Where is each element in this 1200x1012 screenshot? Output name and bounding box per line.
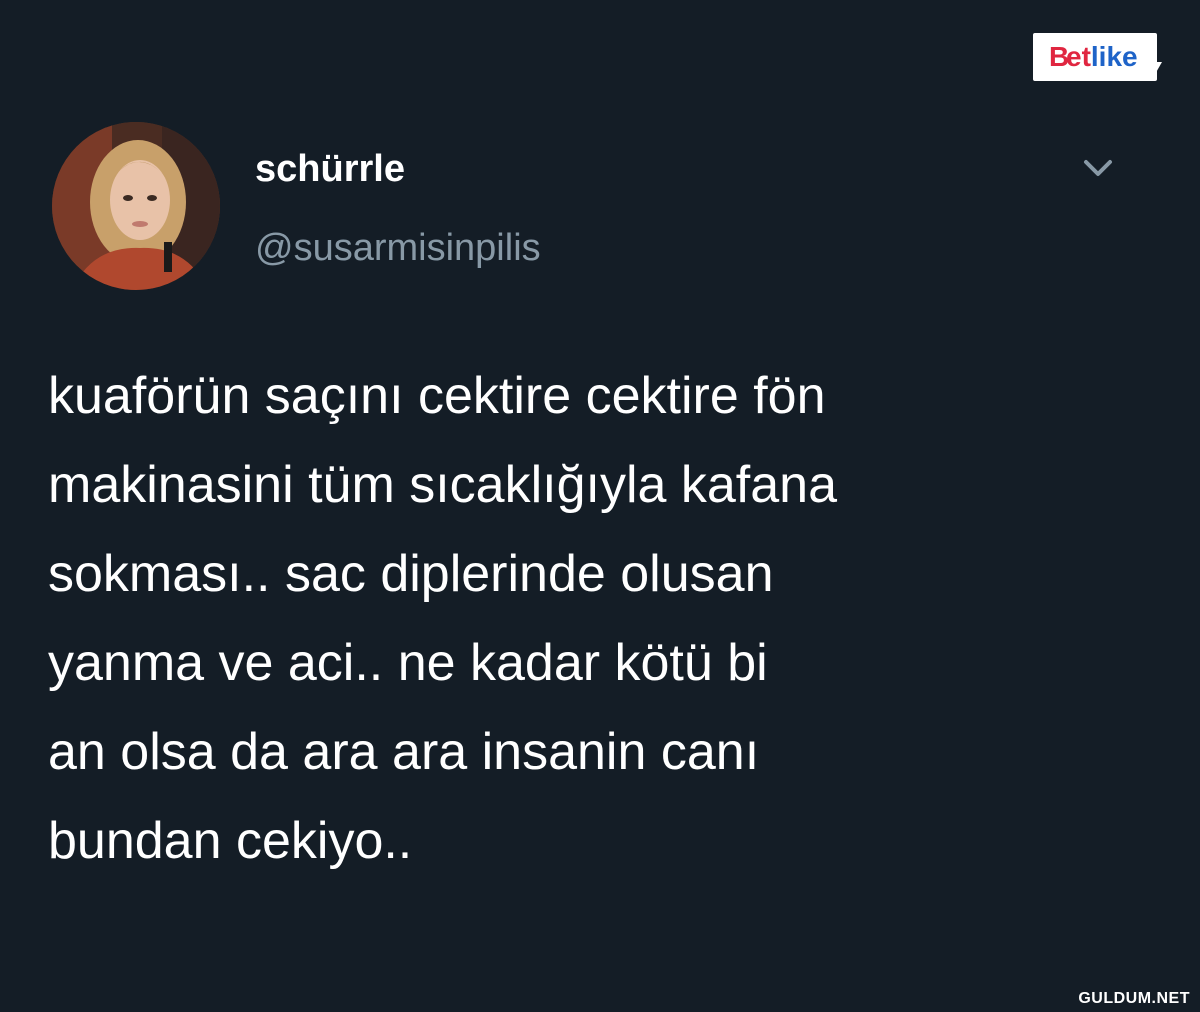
tweet-line: yanma ve aci.. ne kadar kötü bi	[48, 634, 768, 692]
tweet-line: kuaförün saçını cektire cektire fön	[48, 367, 826, 425]
display-name[interactable]: schürrle	[255, 148, 405, 191]
watermark: GULDUM.NET	[1078, 990, 1190, 1007]
brand-logo-tail-icon	[1150, 62, 1162, 76]
tweet-line: an olsa da ara ara insanin canı	[48, 723, 760, 781]
user-handle[interactable]: @susarmisinpilis	[255, 227, 541, 270]
chevron-down-icon[interactable]	[1078, 152, 1118, 184]
avatar-photo	[52, 122, 220, 290]
tweet-line: sokması.. sac diplerinde olusan	[48, 545, 774, 603]
brand-logo-text: etlike	[1066, 41, 1138, 72]
tweet-line: bundan cekiyo..	[48, 812, 413, 870]
tweet-text: kuaförün saçını cektire cektire fön maki…	[48, 352, 1158, 886]
tweet-line: makinasini tüm sıcaklığıyla kafana	[48, 456, 838, 514]
avatar[interactable]	[52, 122, 220, 290]
brand-logo: B etlike	[1033, 33, 1157, 81]
